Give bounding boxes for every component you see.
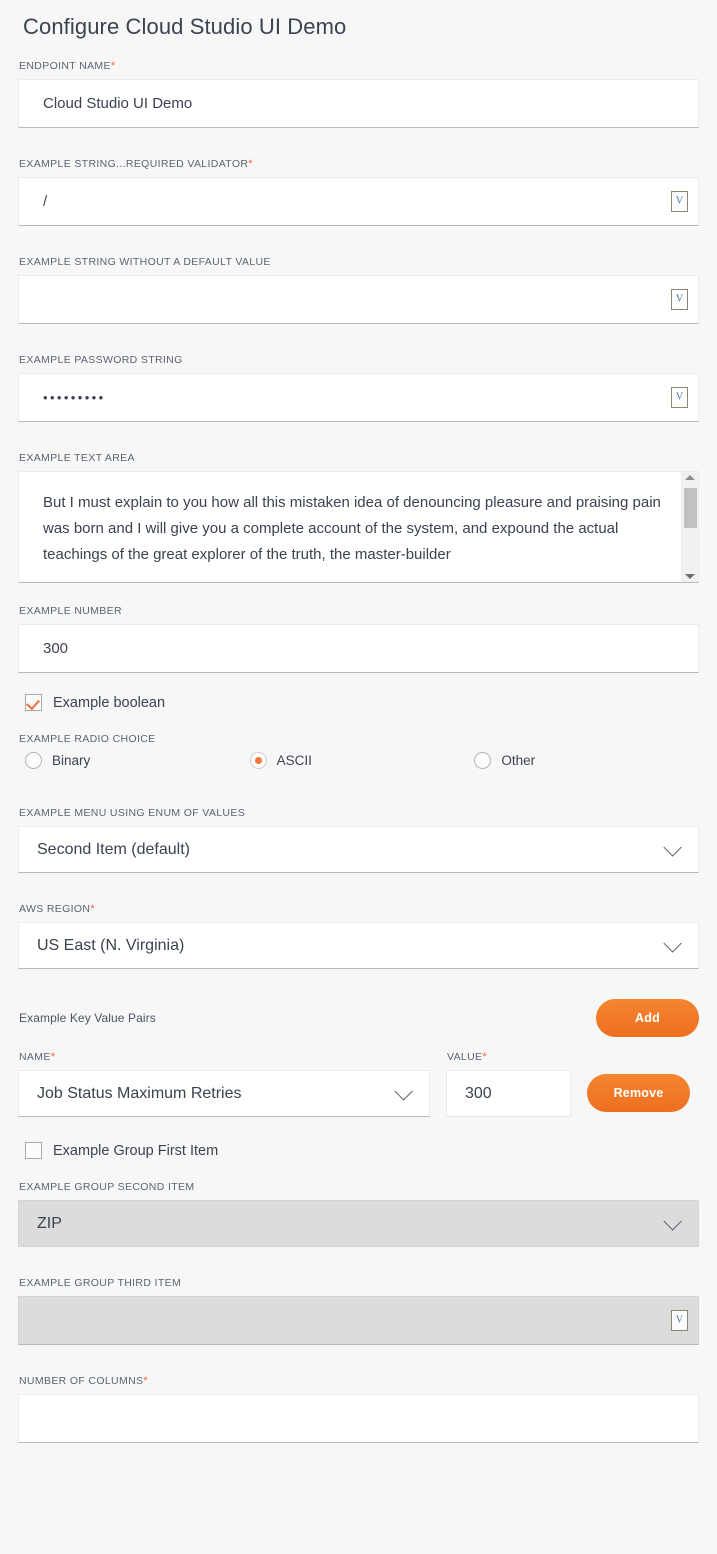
chevron-down-icon	[394, 1082, 413, 1101]
key-value-value-field: VALUE* 300	[446, 1051, 571, 1117]
label-kv-name: NAME*	[19, 1051, 56, 1063]
label-example-string-required: EXAMPLE STRING...REQUIRED VALIDATOR*	[19, 158, 253, 170]
field-example-menu-enum: EXAMPLE MENU USING ENUM OF VALUES Second…	[18, 807, 699, 873]
endpoint-name-value: Cloud Studio UI Demo	[43, 95, 193, 112]
label-example-password: EXAMPLE PASSWORD STRING	[19, 354, 183, 366]
example-number-input[interactable]: 300	[18, 624, 699, 673]
aws-region-value: US East (N. Virginia)	[37, 936, 185, 954]
label-example-group-second: EXAMPLE GROUP SECOND ITEM	[19, 1181, 195, 1193]
radio-option-binary[interactable]: Binary	[25, 752, 250, 769]
example-group-first-label: Example Group First Item	[53, 1142, 219, 1159]
example-boolean-checkbox[interactable]	[25, 694, 42, 711]
example-string-required-value: /	[43, 193, 48, 210]
required-marker: *	[482, 1051, 488, 1063]
key-value-name-value: Job Status Maximum Retries	[37, 1084, 242, 1102]
field-example-radio-choice: EXAMPLE RADIO CHOICE Binary ASCII Other	[18, 733, 699, 769]
aws-region-select[interactable]: US East (N. Virginia)	[18, 922, 699, 969]
example-number-value: 300	[43, 640, 69, 657]
radio-circle-icon[interactable]	[249, 752, 267, 769]
key-value-pairs-label: Example Key Value Pairs	[19, 1011, 156, 1025]
example-string-no-default-input[interactable]: V	[18, 275, 699, 324]
label-example-text-area: EXAMPLE TEXT AREA	[19, 452, 135, 464]
label-aws-region: AWS REGION*	[19, 903, 96, 915]
field-example-group-second: EXAMPLE GROUP SECOND ITEM ZIP	[18, 1181, 699, 1247]
example-group-first-checkbox-row[interactable]: Example Group First Item	[18, 1139, 699, 1159]
required-marker: *	[110, 60, 116, 72]
radio-label: Binary	[52, 753, 91, 768]
configure-endpoint-form: Configure Cloud Studio UI Demo ENDPOINT …	[0, 0, 717, 1554]
radio-label: Other	[501, 753, 536, 768]
radio-label: ASCII	[276, 753, 312, 768]
label-example-number: EXAMPLE NUMBER	[19, 605, 122, 617]
example-group-first-checkbox[interactable]	[25, 1142, 42, 1159]
scroll-down-icon[interactable]	[685, 574, 695, 579]
key-value-pair-row: NAME* Job Status Maximum Retries VALUE* …	[18, 1051, 699, 1117]
required-marker: *	[50, 1051, 56, 1063]
variable-token-icon[interactable]: V	[671, 387, 688, 408]
chevron-down-icon	[663, 1212, 682, 1231]
required-marker: *	[143, 1375, 149, 1387]
number-of-columns-input[interactable]	[18, 1394, 699, 1443]
field-example-string-no-default: EXAMPLE STRING WITHOUT A DEFAULT VALUE V	[18, 256, 699, 324]
textarea-scrollbar[interactable]	[681, 472, 698, 582]
label-kv-value: VALUE*	[447, 1051, 488, 1063]
label-example-radio-choice: EXAMPLE RADIO CHOICE	[19, 733, 156, 745]
radio-circle-icon[interactable]	[474, 752, 492, 769]
example-text-area[interactable]: But I must explain to you how all this m…	[18, 471, 699, 583]
example-group-second-select[interactable]: ZIP	[18, 1200, 699, 1247]
key-value-pairs-header: Example Key Value Pairs Add	[18, 999, 699, 1037]
field-example-string-required: EXAMPLE STRING...REQUIRED VALIDATOR* / V	[18, 158, 699, 226]
example-group-second-value: ZIP	[37, 1214, 62, 1232]
example-boolean-label: Example boolean	[53, 694, 166, 711]
key-value-name-select[interactable]: Job Status Maximum Retries	[18, 1070, 430, 1117]
required-marker: *	[248, 158, 253, 170]
example-password-input[interactable]: ••••••••• V	[18, 373, 699, 422]
example-menu-enum-select[interactable]: Second Item (default)	[18, 826, 699, 873]
example-group-third-input[interactable]: V	[18, 1296, 699, 1345]
label-endpoint-name: ENDPOINT NAME*	[19, 60, 116, 72]
key-value-value-text: 300	[465, 1084, 492, 1102]
example-menu-enum-value: Second Item (default)	[37, 840, 190, 858]
field-example-group-third: EXAMPLE GROUP THIRD ITEM V	[18, 1277, 699, 1345]
radio-option-other[interactable]: Other	[474, 752, 699, 769]
field-endpoint-name: ENDPOINT NAME* Cloud Studio UI Demo	[18, 60, 699, 128]
field-aws-region: AWS REGION* US East (N. Virginia)	[18, 903, 699, 969]
page-title: Configure Cloud Studio UI Demo	[23, 14, 347, 39]
field-number-of-columns: NUMBER OF COLUMNS*	[18, 1375, 699, 1443]
variable-token-icon[interactable]: V	[671, 1310, 688, 1331]
add-key-value-button[interactable]: Add	[596, 999, 699, 1037]
example-boolean-checkbox-row[interactable]: Example boolean	[18, 691, 699, 711]
label-example-menu-enum: EXAMPLE MENU USING ENUM OF VALUES	[19, 807, 246, 819]
example-text-area-value: But I must explain to you how all this m…	[43, 494, 661, 563]
required-marker: *	[90, 903, 96, 915]
example-radio-group: Binary ASCII Other	[18, 752, 699, 769]
chevron-down-icon	[663, 934, 682, 953]
scrollbar-thumb[interactable]	[684, 488, 697, 528]
radio-circle-icon[interactable]	[25, 752, 42, 769]
remove-key-value-button[interactable]: Remove	[587, 1074, 690, 1112]
scrollbar-track[interactable]	[682, 480, 698, 574]
variable-token-icon[interactable]: V	[671, 191, 688, 212]
key-value-name-field: NAME* Job Status Maximum Retries	[18, 1051, 430, 1117]
key-value-value-input[interactable]: 300	[446, 1070, 571, 1117]
field-example-text-area: EXAMPLE TEXT AREA But I must explain to …	[18, 452, 699, 583]
radio-option-ascii[interactable]: ASCII	[249, 752, 475, 769]
label-example-string-no-default: EXAMPLE STRING WITHOUT A DEFAULT VALUE	[19, 256, 271, 268]
endpoint-name-input[interactable]: Cloud Studio UI Demo	[18, 79, 699, 128]
chevron-down-icon	[663, 838, 682, 857]
field-example-number: EXAMPLE NUMBER 300	[18, 605, 699, 673]
label-number-of-columns: NUMBER OF COLUMNS*	[19, 1375, 149, 1387]
label-example-group-third: EXAMPLE GROUP THIRD ITEM	[19, 1277, 182, 1289]
field-example-password: EXAMPLE PASSWORD STRING ••••••••• V	[18, 354, 699, 422]
example-string-required-input[interactable]: / V	[18, 177, 699, 226]
example-password-value: •••••••••	[43, 390, 106, 405]
variable-token-icon[interactable]: V	[671, 289, 688, 310]
